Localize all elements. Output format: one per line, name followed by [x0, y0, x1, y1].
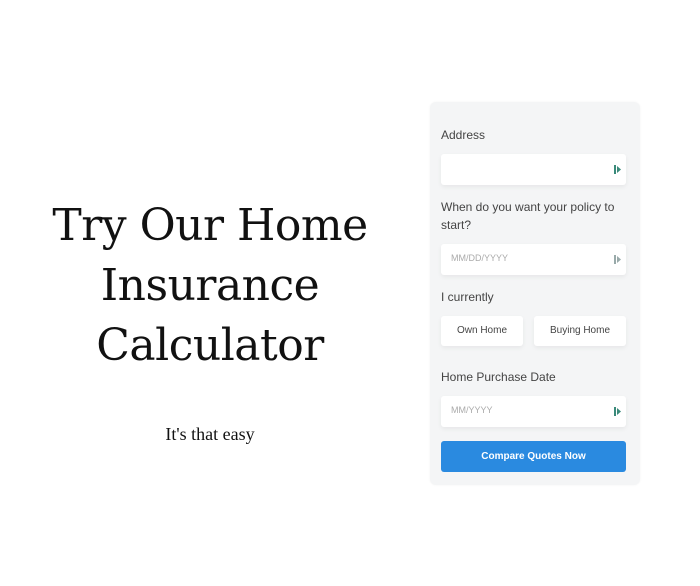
policy-start-placeholder: MM/DD/YYYY — [451, 253, 509, 263]
address-label: Address — [441, 128, 486, 142]
currently-label: I currently — [441, 290, 494, 304]
autofill-icon[interactable] — [614, 254, 622, 265]
page-title: Try Our Home Insurance Calculator — [30, 196, 390, 376]
autofill-icon[interactable] — [614, 406, 622, 417]
subtitle: It's that easy — [165, 424, 255, 444]
title-line: Insurance — [100, 260, 320, 311]
purchase-date-placeholder: MM/YYYY — [451, 405, 493, 415]
autofill-icon[interactable] — [614, 164, 622, 175]
purchase-date-label: Home Purchase Date — [441, 370, 556, 384]
title-line: Try Our Home — [52, 200, 368, 251]
hero: Try Our Home Insurance Calculator It's t… — [30, 196, 390, 444]
quote-form: Address When do you want your policy to … — [430, 102, 640, 485]
buying-home-button[interactable]: Buying Home — [534, 316, 626, 346]
own-home-button[interactable]: Own Home — [441, 316, 523, 346]
address-input[interactable] — [441, 154, 626, 185]
title-line: Calculator — [96, 320, 324, 371]
policy-start-input[interactable]: MM/DD/YYYY — [441, 244, 626, 275]
compare-quotes-button[interactable]: Compare Quotes Now — [441, 441, 626, 472]
purchase-date-input[interactable]: MM/YYYY — [441, 396, 626, 427]
policy-start-label: When do you want your policy to start? — [441, 200, 615, 232]
